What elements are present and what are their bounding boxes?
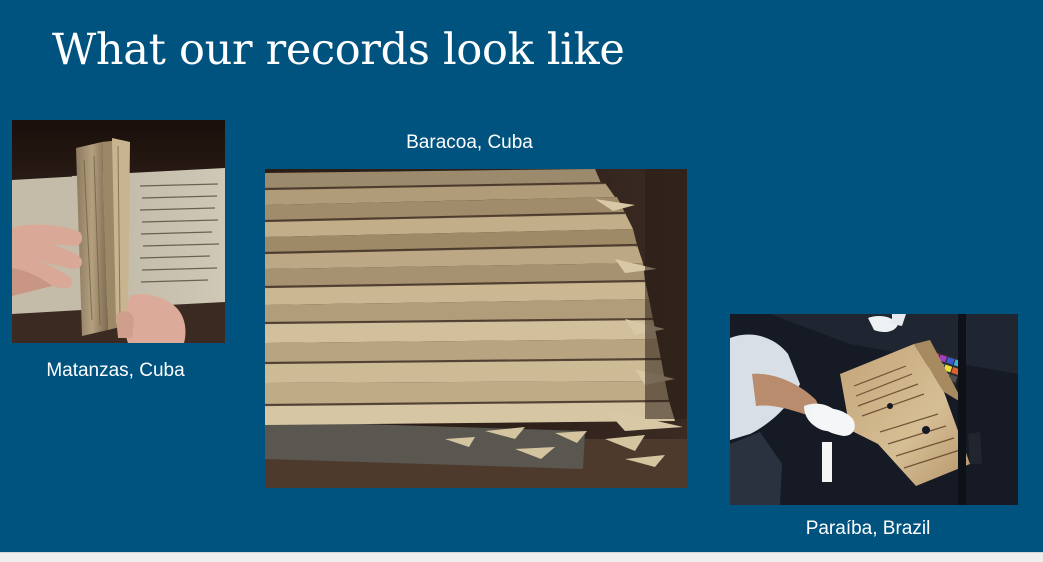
paraiba-caption: Paraíba, Brazil bbox=[805, 518, 931, 539]
baracoa-photo bbox=[265, 169, 687, 488]
matanzas-caption: Matanzas, Cuba bbox=[46, 360, 185, 381]
matanzas-photo bbox=[12, 120, 225, 343]
slide-title: What our records look like bbox=[52, 25, 625, 75]
paraiba-photo bbox=[730, 314, 1018, 505]
bottom-bar bbox=[0, 552, 1043, 562]
slide: What our records look like Matanzas, Cub… bbox=[0, 0, 1043, 552]
baracoa-caption: Baracoa, Cuba bbox=[406, 132, 533, 153]
